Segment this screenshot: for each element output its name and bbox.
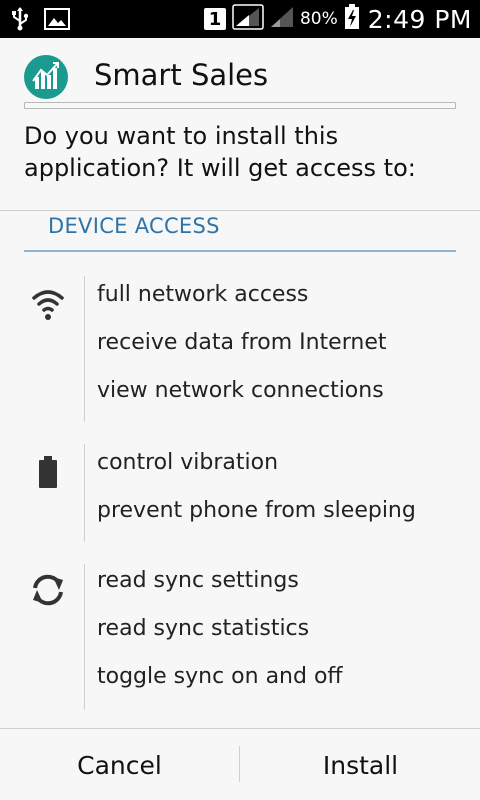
install-button[interactable]: Install xyxy=(241,730,480,800)
permission-group-network: full network access receive data from In… xyxy=(24,276,464,422)
install-prompt: Do you want to install this application?… xyxy=(24,122,416,182)
chart-icon xyxy=(24,62,68,103)
usb-icon xyxy=(10,7,30,35)
status-bar: 1 80% 2:49 PM xyxy=(0,0,480,38)
permission-item: receive data from Internet xyxy=(97,330,387,355)
wifi-icon xyxy=(26,282,70,326)
signal-strength-2-icon xyxy=(270,6,294,32)
permission-item: control vibration xyxy=(97,450,279,475)
permission-group-sync: read sync settings read sync statistics … xyxy=(24,564,464,710)
permission-item: read sync settings xyxy=(97,568,299,593)
sync-icon xyxy=(26,568,70,612)
permission-item: prevent phone from sleeping xyxy=(97,498,416,523)
header-divider xyxy=(24,102,456,109)
group-divider xyxy=(84,276,85,422)
permission-item: read sync statistics xyxy=(97,616,310,641)
signal-strength-icon xyxy=(232,4,264,34)
sim-badge: 1 xyxy=(203,8,226,30)
section-divider xyxy=(24,250,456,252)
battery-charging-icon xyxy=(344,4,360,34)
button-separator xyxy=(239,746,240,782)
button-bar-divider xyxy=(0,728,480,729)
cancel-button[interactable]: Cancel xyxy=(0,730,239,800)
divider xyxy=(0,210,480,211)
section-title: DEVICE ACCESS xyxy=(48,214,220,238)
permission-item: view network connections xyxy=(97,378,384,403)
permission-item: toggle sync on and off xyxy=(97,664,343,689)
group-divider xyxy=(84,564,85,710)
permission-item: full network access xyxy=(97,282,309,307)
image-icon xyxy=(44,8,70,34)
app-icon xyxy=(24,55,68,99)
group-divider xyxy=(84,444,85,542)
battery-percent: 80% xyxy=(299,9,338,29)
app-title: Smart Sales xyxy=(94,58,269,92)
battery-icon xyxy=(26,448,70,492)
clock: 2:49 PM xyxy=(367,4,472,34)
permission-group-power: control vibration prevent phone from sle… xyxy=(24,444,464,542)
